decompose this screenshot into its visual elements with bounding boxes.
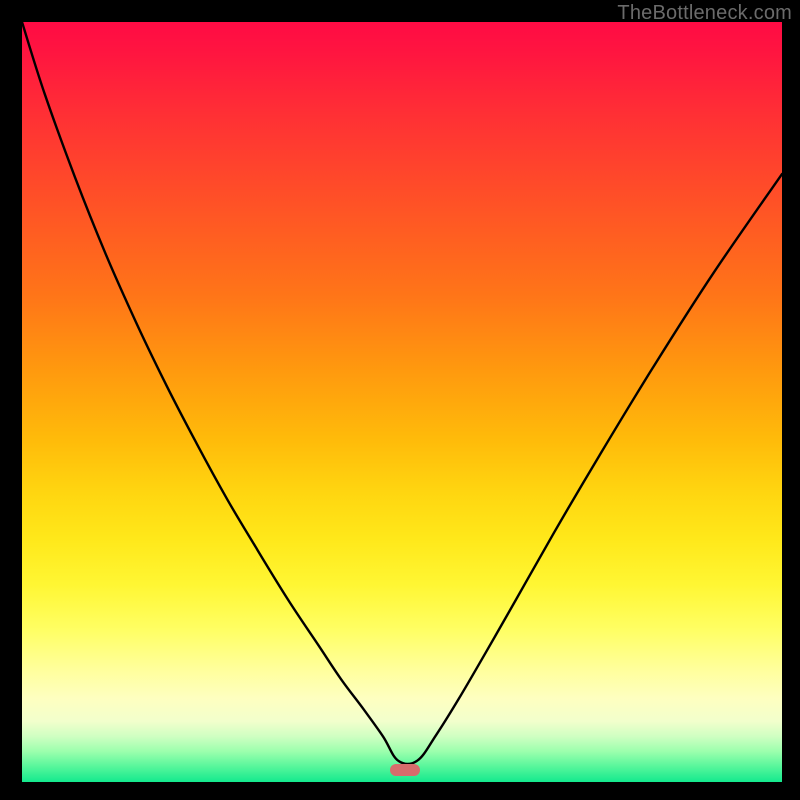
curve-path: [22, 22, 782, 764]
chart-frame: TheBottleneck.com: [0, 0, 800, 800]
bottleneck-curve: [22, 22, 782, 782]
plot-area: [22, 22, 782, 782]
watermark-text: TheBottleneck.com: [617, 2, 792, 25]
optimum-marker: [390, 764, 420, 776]
